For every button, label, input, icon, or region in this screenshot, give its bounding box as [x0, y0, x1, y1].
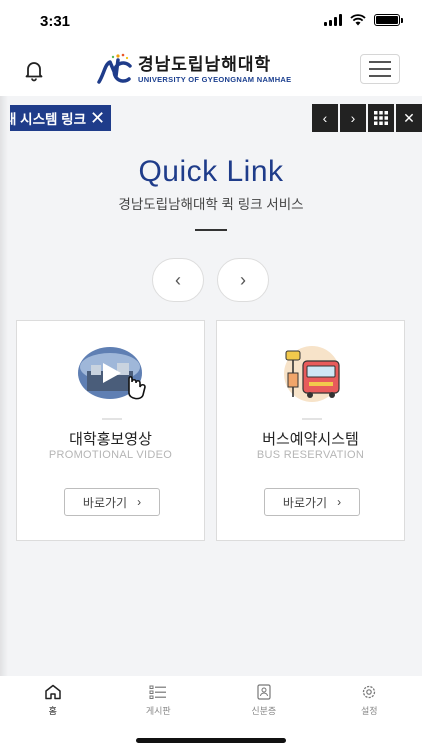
tab-settings[interactable]: 설정 [317, 676, 422, 720]
home-indicator-area [0, 720, 422, 750]
carousel-prev-button[interactable]: ‹ [152, 258, 204, 302]
menu-line [369, 68, 391, 70]
go-button-label: 바로가기 [282, 495, 328, 510]
gear-icon [363, 685, 376, 699]
tab-label: 신분증 [251, 706, 277, 716]
chevron-right-icon: › [337, 495, 342, 509]
tab-home[interactable]: 홈 [0, 676, 106, 720]
tab-label: 홈 [48, 706, 57, 716]
menu-line [369, 61, 391, 63]
card-divider [302, 418, 322, 420]
card-divider [102, 418, 122, 420]
app-header: 경남도립남해대학 UNIVERSITY OF GYEONGNAM NAMHAE [0, 44, 422, 96]
system-link-strip: 대 시스템 링크 ✕ ‹ › ✕ [0, 102, 422, 132]
card-title: 버스예약시스템 [262, 431, 359, 448]
status-time: 3:31 [40, 13, 71, 30]
go-button[interactable]: 바로가기 › [64, 488, 160, 516]
home-icon [45, 684, 61, 700]
close-icon[interactable]: ✕ [90, 109, 105, 127]
tab-label: 게시판 [145, 706, 171, 716]
status-bar: 3:31 [0, 0, 422, 44]
quick-link-card-bus[interactable]: 버스예약시스템 BUS RESERVATION 바로가기 › [216, 320, 405, 541]
quick-link-card-video[interactable]: 대학홍보영상 PROMOTIONAL VIDEO 바로가기 › [16, 320, 205, 541]
university-logo[interactable]: 경남도립남해대학 UNIVERSITY OF GYEONGNAM NAMHAE [96, 50, 291, 90]
strip-grid-button[interactable] [368, 104, 394, 132]
id-card-icon [257, 684, 271, 700]
strip-controls: ‹ › ✕ [312, 104, 422, 132]
list-icon [149, 685, 167, 699]
video-play-icon [78, 347, 146, 400]
chevron-right-icon: › [137, 495, 142, 509]
wifi-icon [350, 14, 366, 26]
system-link-tag-label: 대 시스템 링크 [10, 112, 87, 127]
grid-icon [374, 111, 388, 125]
logo-text-korean: 경남도립남해대학 [138, 54, 272, 75]
bottom-tab-bar: 홈 게시판 신분증 설정 [0, 676, 422, 720]
tab-label: 설정 [360, 706, 378, 716]
battery-icon [374, 14, 403, 26]
go-button-label: 바로가기 [82, 495, 128, 510]
strip-next-button[interactable]: › [340, 104, 366, 132]
status-icons [324, 14, 403, 26]
title-divider [195, 229, 227, 231]
signal-icon [324, 14, 342, 26]
card-title: 대학홍보영상 [69, 431, 152, 448]
strip-close-button[interactable]: ✕ [396, 104, 422, 132]
strip-prev-button[interactable]: ‹ [312, 104, 338, 132]
menu-line [369, 75, 391, 77]
quick-link-title: Quick Link [138, 155, 284, 188]
tab-board[interactable]: 게시판 [106, 676, 212, 720]
tab-id-card[interactable]: 신분증 [211, 676, 317, 720]
go-button[interactable]: 바로가기 › [264, 488, 360, 516]
bell-icon[interactable] [22, 58, 46, 82]
carousel-next-button[interactable]: › [217, 258, 269, 302]
card-subtitle: BUS RESERVATION [256, 449, 365, 461]
quick-link-subtitle: 경남도립남해대학 퀵 링크 서비스 [118, 197, 304, 212]
card-subtitle: PROMOTIONAL VIDEO [48, 449, 173, 461]
home-indicator[interactable] [136, 738, 286, 743]
system-link-tag[interactable]: 대 시스템 링크 ✕ [10, 105, 112, 131]
bus-icon [284, 346, 340, 402]
logo-mark-icon [97, 53, 132, 84]
hamburger-menu-button[interactable] [360, 54, 400, 84]
logo-text-english: UNIVERSITY OF GYEONGNAM NAMHAE [138, 74, 292, 84]
